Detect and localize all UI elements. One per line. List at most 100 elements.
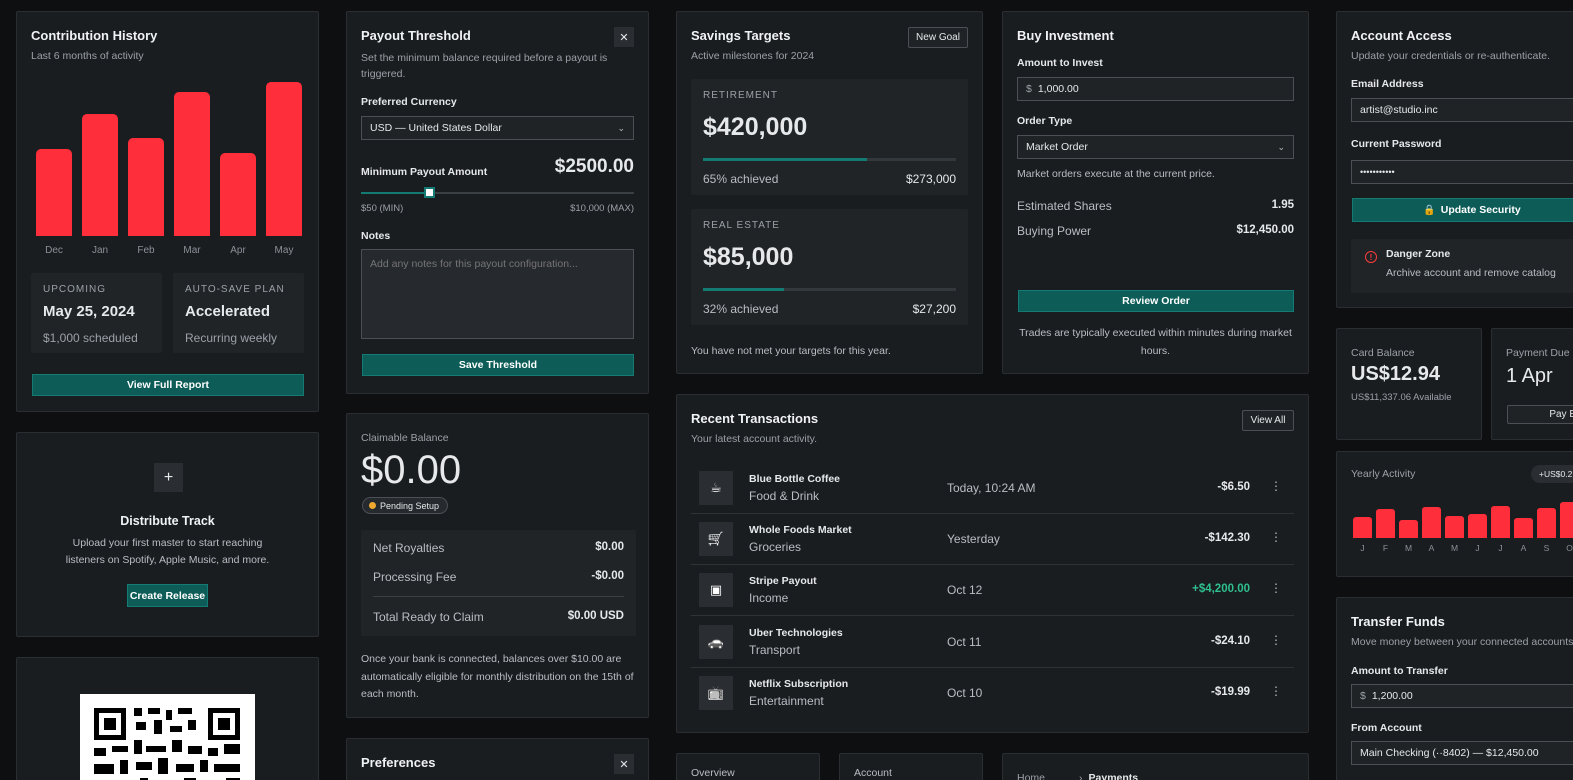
update-security-button[interactable]: 🔒 Update Security <box>1352 198 1573 222</box>
min-payout-value: $2500.00 <box>554 156 634 177</box>
merchant-name: Whole Foods Market <box>749 524 852 537</box>
plus-icon: + <box>163 468 174 486</box>
save-threshold-button[interactable]: Save Threshold <box>362 354 634 376</box>
merchant-category: Transport <box>749 642 800 657</box>
chart-tick-label: O <box>1566 543 1573 553</box>
coffee-icon: ☕ <box>699 471 733 505</box>
more-icon[interactable]: ⋮ <box>1270 479 1282 493</box>
buying-power-label: Buying Power <box>1017 224 1092 238</box>
chart-bar <box>128 137 164 236</box>
goal-progress-fill <box>703 158 868 161</box>
view-full-report-button[interactable]: View Full Report <box>32 374 304 396</box>
net-royalties-value: $0.00 <box>595 541 624 553</box>
add-track-button[interactable]: + <box>154 463 183 492</box>
goal-amount: $420,000 <box>703 113 808 141</box>
notes-textarea[interactable] <box>361 249 634 339</box>
password-label: Current Password <box>1351 138 1442 150</box>
payment-due-value: 1 Apr <box>1506 365 1553 387</box>
chart-tick-label: S <box>1543 543 1550 553</box>
slider-fill <box>361 192 430 194</box>
transaction-row[interactable]: 📺 Netflix Subscription Entertainment Oct 10… <box>691 668 1294 719</box>
new-goal-button[interactable]: New Goal <box>908 27 968 48</box>
from-account-select[interactable]: Main Checking (··8402) — $12,450.00 <box>1351 741 1573 765</box>
transaction-amount: -$24.10 <box>1210 634 1250 647</box>
goal-real-estate: REAL ESTATE $85,000 32% achieved $27,200 <box>691 209 968 325</box>
close-icon: ✕ <box>619 758 629 771</box>
review-order-button[interactable]: Review Order <box>1018 290 1294 312</box>
pay-button[interactable]: Pay E <box>1507 405 1573 424</box>
breadcrumb-home[interactable]: Home <box>1017 772 1045 780</box>
email-field[interactable]: artist@studio.inc <box>1351 98 1573 122</box>
chart-tick-label: J <box>1498 543 1503 553</box>
preferences-card: Preferences ✕ <box>346 738 649 780</box>
currency-label: Preferred Currency <box>361 96 457 108</box>
chart-tick-label: A <box>1520 543 1527 553</box>
password-field[interactable]: ••••••••••• <box>1351 160 1573 184</box>
yearly-badge: +US$0.2 <box>1531 465 1573 483</box>
transfer-amount-label: Amount to Transfer <box>1351 665 1448 677</box>
savings-targets-card: Savings Targets Active milestones for 20… <box>676 11 983 374</box>
transaction-amount: -$19.99 <box>1210 685 1250 698</box>
transfer-title: Transfer Funds <box>1351 614 1445 629</box>
transaction-row[interactable]: ☕ Blue Bottle Coffee Food & Drink Today, 10… <box>691 463 1294 514</box>
card-balance-label: Card Balance <box>1351 347 1415 359</box>
slider-min-label: $50 (MIN) <box>361 203 404 214</box>
more-icon[interactable]: ⋮ <box>1270 633 1282 647</box>
transaction-amount: +$4,200.00 <box>1192 583 1250 596</box>
payment-due-card: Payment Due 1 Apr Pay E <box>1491 328 1573 440</box>
invest-footer: Trades are typically executed within min… <box>1019 327 1292 357</box>
transaction-row[interactable]: ▣ Stripe Payout Income Oct 12 +$4,200.00 ⋮ <box>691 565 1294 617</box>
close-payout-button[interactable]: ✕ <box>614 27 634 47</box>
distribute-title: Distribute Track <box>120 514 215 528</box>
transfer-amount-input[interactable]: $ 1,200.00 <box>1351 684 1573 708</box>
chart-bar <box>1514 517 1533 538</box>
min-payout-slider[interactable] <box>361 186 634 200</box>
email-label: Email Address <box>1351 78 1424 90</box>
more-icon[interactable]: ⋮ <box>1270 530 1282 544</box>
chart-tick-label: Feb <box>137 245 155 256</box>
email-value: artist@studio.inc <box>1360 104 1438 116</box>
chart-tick-label: Dec <box>45 245 63 256</box>
transactions-list: ☕ Blue Bottle Coffee Food & Drink Today, 10… <box>677 463 1308 719</box>
contribution-history-card: Contribution History Last 6 months of ac… <box>16 11 319 412</box>
merchant-category: Groceries <box>749 540 802 555</box>
order-type-select[interactable]: Market Order ⌄ <box>1017 135 1294 159</box>
close-preferences-button[interactable]: ✕ <box>614 754 634 774</box>
amount-input[interactable]: $ 1,000.00 <box>1017 77 1294 101</box>
create-release-button[interactable]: Create Release <box>127 584 208 607</box>
yearly-activity-card: Yearly Activity +US$0.2 J F M A M J J A S O <box>1336 451 1573 577</box>
divider <box>373 596 624 597</box>
amount-value: 1,000.00 <box>1037 83 1079 95</box>
breadcrumb-separator: › <box>1079 772 1083 780</box>
merchant-name: Blue Bottle Coffee <box>749 473 841 485</box>
transaction-amount: -$142.30 <box>1204 532 1250 545</box>
transaction-date: Yesterday <box>947 532 1000 547</box>
autosave-sub: Recurring weekly <box>185 331 278 345</box>
goal-progress-fill <box>703 288 784 291</box>
shares-value: 1.95 <box>1271 199 1294 211</box>
transaction-row[interactable]: 🚗 Uber Technologies Transport Oct 11 -$24.10… <box>691 617 1294 668</box>
transaction-row[interactable]: 🛒 Whole Foods Market Groceries Yesterday -$1… <box>691 514 1294 566</box>
car-icon: 🚗 <box>699 624 733 659</box>
badge-text: Pending Setup <box>380 500 440 511</box>
qr-code-card <box>16 657 319 780</box>
danger-zone: ! Danger Zone Archive account and remove… <box>1351 239 1573 293</box>
overview-label: Overview <box>691 767 735 779</box>
net-royalties-label: Net Royalties <box>373 541 445 555</box>
currency-select[interactable]: USD — United States Dollar ⌄ <box>361 116 634 140</box>
breadcrumb-payments[interactable]: Payments <box>1089 772 1139 780</box>
min-payout-label: Minimum Payout Amount <box>361 166 488 178</box>
cart-icon: 🛒 <box>699 522 733 557</box>
goal-achieved: 65% achieved <box>703 172 779 186</box>
chart-tick-label: Mar <box>183 245 201 256</box>
more-icon[interactable]: ⋮ <box>1270 581 1282 595</box>
view-all-button[interactable]: View All <box>1242 410 1294 431</box>
more-icon[interactable]: ⋮ <box>1270 684 1282 698</box>
chart-bar <box>1560 502 1573 538</box>
chart-tick-label: Jan <box>91 245 109 256</box>
slider-thumb[interactable] <box>424 187 436 198</box>
transactions-title: Recent Transactions <box>691 411 819 426</box>
merchant-name: Netflix Subscription <box>749 677 849 690</box>
savings-footer: You have not met your targets for this y… <box>691 345 891 357</box>
slider-max-label: $10,000 (MAX) <box>570 203 634 214</box>
